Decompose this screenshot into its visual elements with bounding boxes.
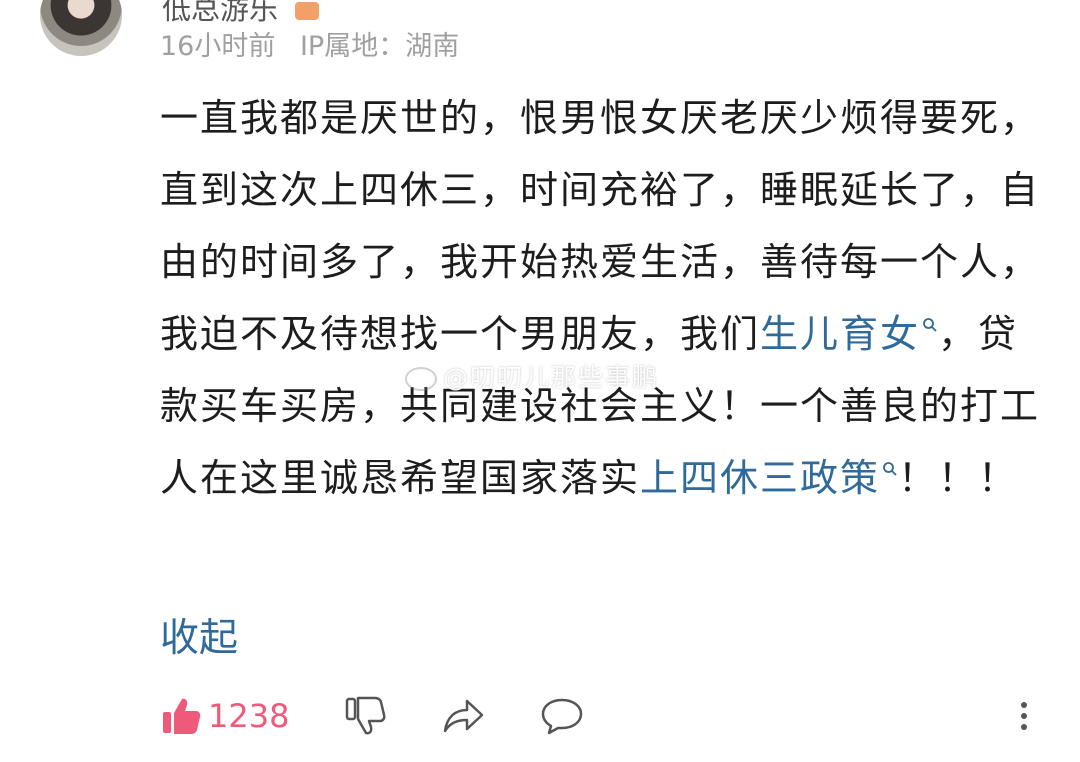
share-icon	[443, 699, 484, 733]
search-icon	[923, 318, 937, 332]
ip-location-label: IP属地：	[299, 31, 406, 62]
more-icon	[1021, 702, 1027, 730]
topic-link-1-label: 生儿育女	[760, 312, 921, 356]
ip-location: 湖南	[405, 31, 460, 62]
comment-body: 一直我都是厌世的，恨男恨女厌老厌少烦得要死，直到这次上四休三，时间充裕了，睡眠延…	[160, 82, 1040, 514]
topic-link-1[interactable]: 生儿育女	[760, 312, 938, 356]
thumbs-down-icon	[345, 696, 386, 735]
collapse-button[interactable]: 收起	[160, 607, 238, 663]
watermark-text: @叨叨儿那些事鹏	[443, 363, 660, 392]
topic-link-2[interactable]: 上四休三政策	[640, 456, 898, 500]
watermark: @叨叨儿那些事鹏	[405, 358, 659, 394]
thumbs-up-icon	[163, 698, 201, 734]
comment-text-3: ！！！	[898, 456, 1019, 500]
topic-link-2-label: 上四休三政策	[640, 456, 881, 500]
comment-time: 16小时前	[160, 31, 276, 62]
comment-button[interactable]	[539, 690, 585, 742]
like-button[interactable]: 1238	[160, 690, 289, 742]
comment-actions: 1238	[0, 690, 1080, 742]
search-icon	[883, 462, 897, 476]
comment-icon	[541, 698, 583, 735]
dislike-button[interactable]	[344, 690, 386, 742]
user-badge-icon	[295, 2, 320, 20]
like-count: 1238	[208, 697, 290, 735]
share-button[interactable]	[441, 690, 485, 742]
avatar[interactable]	[40, 0, 122, 56]
username-text: 低总游乐	[162, 0, 279, 26]
weibo-icon	[405, 367, 437, 391]
more-button[interactable]	[1014, 690, 1034, 742]
comment-meta: 16小时前 IP属地：湖南	[160, 24, 459, 63]
